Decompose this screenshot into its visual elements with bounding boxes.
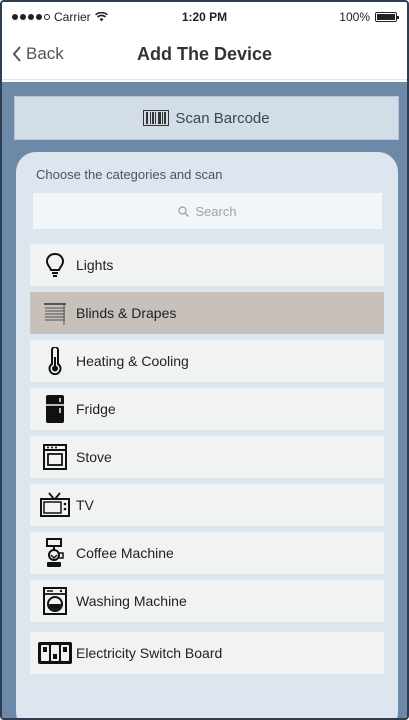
category-label: Electricity Switch Board: [76, 645, 223, 661]
category-label: Stove: [76, 449, 112, 465]
fridge-icon: [36, 394, 74, 424]
battery-info: 100%: [339, 10, 399, 24]
thermometer-icon: [36, 347, 74, 375]
categories-heading: Choose the categories and scan: [36, 167, 223, 182]
category-item-fridge[interactable]: Fridge: [30, 388, 384, 430]
status-bar: Carrier 1:20 PM 100%: [2, 2, 407, 30]
tv-icon: [36, 492, 74, 518]
category-label: Coffee Machine: [76, 545, 174, 561]
category-item-tv[interactable]: TV: [30, 484, 384, 526]
category-item-stove[interactable]: Stove: [30, 436, 384, 478]
switch-board-icon: [36, 641, 74, 665]
category-item-lights[interactable]: Lights: [30, 244, 384, 286]
content-area: Scan Barcode Choose the categories and s…: [2, 82, 407, 718]
search-input[interactable]: Search: [33, 193, 382, 229]
battery-percent: 100%: [339, 10, 370, 24]
category-item-electricity-switch-board[interactable]: Electricity Switch Board: [30, 632, 384, 674]
barcode-icon: [143, 110, 170, 126]
scan-barcode-label: Scan Barcode: [175, 109, 270, 127]
scan-barcode-button[interactable]: Scan Barcode: [14, 96, 399, 140]
stove-icon: [36, 444, 74, 470]
nav-bar: Back Add The Device: [2, 30, 407, 80]
category-label: Lights: [76, 257, 114, 273]
category-item-coffee-machine[interactable]: Coffee Machine: [30, 532, 384, 574]
category-label: Blinds & Drapes: [76, 305, 177, 321]
battery-icon: [375, 12, 399, 22]
category-label: Fridge: [76, 401, 116, 417]
search-icon: [178, 205, 190, 217]
category-label: TV: [76, 497, 94, 513]
category-label: Heating & Cooling: [76, 353, 189, 369]
coffee-machine-icon: [36, 538, 74, 568]
category-item-blinds-drapes[interactable]: Blinds & Drapes: [30, 292, 384, 334]
search-placeholder: Search: [195, 203, 237, 219]
category-label: Washing Machine: [76, 593, 187, 609]
page-title: Add The Device: [136, 44, 273, 64]
lightbulb-icon: [36, 252, 74, 278]
blinds-icon: [36, 300, 74, 326]
category-item-heating-cooling[interactable]: Heating & Cooling: [30, 340, 384, 382]
categories-panel: Choose the categories and scan Search Li…: [16, 152, 398, 718]
category-item-washing-machine[interactable]: Washing Machine: [30, 580, 384, 622]
phone-frame: Carrier 1:20 PM 100% Back Add The Device: [0, 0, 409, 720]
washing-machine-icon: [36, 587, 74, 615]
